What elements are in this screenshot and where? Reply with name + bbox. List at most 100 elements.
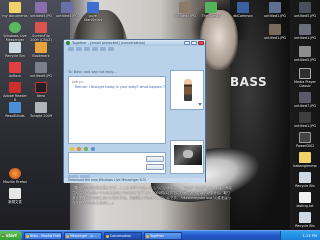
desktop-icon-avrack[interactable]: AvRack xyxy=(2,62,28,78)
system-tray: 1:23 PM xyxy=(280,231,320,240)
call-icon[interactable] xyxy=(92,47,98,51)
desktop-icon-powerdvd[interactable]: PowerDVD xyxy=(292,132,318,148)
image-file-icon xyxy=(299,2,311,13)
desktop-icon-sims2[interactable]: The Sims 2 xyxy=(198,2,224,18)
image-file-icon xyxy=(35,102,47,113)
document-icon xyxy=(9,188,21,199)
desktop-icon-bookmark[interactable]: Bookmark xyxy=(28,42,54,58)
wink-icon[interactable] xyxy=(77,146,81,151)
avatar xyxy=(184,79,192,101)
desktop-icon-recycle-bin-2[interactable]: Recycle Bin xyxy=(292,172,318,188)
image-file-icon xyxy=(35,62,47,73)
clock[interactable]: 1:23 PM xyxy=(303,234,317,238)
games-icon[interactable] xyxy=(100,47,106,51)
messenger-ad-banner[interactable]: Download the new Windows Live Messenger … xyxy=(64,178,205,183)
folder-icon xyxy=(299,152,311,163)
image-file-icon xyxy=(299,92,311,103)
desktop-icon-firefox[interactable]: Mozilla Firefox xyxy=(2,168,28,184)
media-player-icon xyxy=(299,68,311,79)
wallpaper-bass-text: BASS xyxy=(230,75,268,89)
avatar-photo xyxy=(174,145,202,165)
folder-icon xyxy=(9,2,21,13)
messenger-toolbar xyxy=(66,47,205,52)
image-file-icon xyxy=(35,2,47,13)
desktop-icon-resolblinds[interactable]: ResolBlinds xyxy=(2,102,28,118)
wallpaper-caption: 「取引先の見た目を気にせず、ここにモダンでもっとしつこいテキスト。"Dani" … xyxy=(72,186,232,205)
emoticon-icon[interactable] xyxy=(70,146,74,151)
dvd-icon xyxy=(299,132,311,143)
desktop-icon-nero[interactable]: Nero xyxy=(28,82,54,98)
recycle-bin-icon xyxy=(299,212,311,223)
image-file-icon xyxy=(299,46,311,57)
bookmark-icon xyxy=(35,42,47,53)
desktop-icon-untitled1c[interactable]: untitled1.JPG xyxy=(262,24,288,40)
desktop-icon-untitled1d[interactable]: untitled1.JPG xyxy=(292,112,318,128)
task-button[interactable]: Conversation xyxy=(104,232,142,240)
background-icon[interactable] xyxy=(91,146,95,151)
image-file-icon xyxy=(269,24,281,35)
text-file-icon xyxy=(299,192,311,203)
app-icon xyxy=(237,2,249,13)
image-file-icon xyxy=(179,2,191,13)
taskbar: start Bebo - Mozilla Firefox Messenger -… xyxy=(0,230,320,240)
desktop-icon-untitled1[interactable]: untitled1.JPG xyxy=(262,2,288,18)
format-toolbar xyxy=(68,146,166,151)
messenger-icon xyxy=(9,22,21,33)
desktop-icon-untitled5b[interactable]: untitled5.JPG xyxy=(54,2,80,18)
pdf-icon xyxy=(9,82,21,93)
desktop-icon-lasting[interactable]: lasting.txt xyxy=(292,192,318,208)
recycle-bin-icon xyxy=(299,172,311,183)
activities-icon[interactable] xyxy=(108,47,114,51)
desktop-icon-messenger[interactable]: Windows Live Messenger xyxy=(2,22,28,42)
desktop-icon-untitled5[interactable]: untitled5.JPG xyxy=(28,2,54,18)
desktop-icon-my-documents[interactable]: my documents xyxy=(2,2,28,18)
image-file-icon xyxy=(299,24,311,35)
desktop-icon-startsmart[interactable]: pure StartSmart xyxy=(80,2,106,22)
app-icon xyxy=(35,22,47,33)
desktop-icon-untitled9[interactable]: untitled9.JPG xyxy=(28,62,54,78)
app-icon xyxy=(9,102,21,113)
desktop-icon-adobe-reader[interactable]: Adobe Reader 8 xyxy=(2,82,28,102)
recycle-bin-icon xyxy=(9,42,21,53)
desktop-icon-media-player[interactable]: Media Player Classic xyxy=(292,68,318,88)
chat-history[interactable]: Jodryn: Rennie: i thought today is your … xyxy=(68,76,166,144)
image-file-icon xyxy=(61,2,73,13)
message-text: Rennie: i thought today is your bday? wh… xyxy=(75,85,165,89)
message-sender: Jodryn: xyxy=(72,80,84,84)
task-button[interactable]: Together xyxy=(144,232,182,240)
task-list: Bebo - Mozilla Firefox Messenger - Ju...… xyxy=(24,232,182,240)
conversation-status: To: Bass; and see not reply... xyxy=(68,70,117,74)
desktop-icon-right-1[interactable]: untitled5.JPG xyxy=(172,2,198,18)
search-button[interactable] xyxy=(146,164,164,170)
desktop-icon-new-document[interactable]: 新規文書 xyxy=(2,188,28,204)
send-file-icon[interactable] xyxy=(76,47,82,51)
desktop-icon-untitled7[interactable]: untitled7.JPG xyxy=(292,92,318,108)
desktop-icon-untitled1b[interactable]: untitled1.JPG xyxy=(292,24,318,40)
contact-display-picture[interactable] xyxy=(170,70,204,110)
game-icon xyxy=(205,2,217,13)
app-icon xyxy=(9,62,21,73)
webcam-icon[interactable] xyxy=(84,47,90,51)
desktop-icon-recycle-bin-3[interactable]: Recycle Bin xyxy=(292,212,318,228)
desktop-icon-screenflip[interactable]: ScreenFlip 2009 (CRUZ) xyxy=(28,22,54,42)
desktop-icon-untitled5c[interactable]: untitled5.JPG xyxy=(292,2,318,18)
send-button[interactable] xyxy=(146,156,164,162)
my-display-picture[interactable] xyxy=(170,140,204,174)
desktop-icon-recycle-bin[interactable]: Recycle Bin xyxy=(2,42,28,58)
desktop-icon-bebang[interactable]: bebanglenmp xyxy=(292,152,318,168)
task-button[interactable]: Messenger - Ju... xyxy=(64,232,102,240)
desktop-icon-tonight[interactable]: Tonight 2009 xyxy=(28,102,54,118)
app-icon xyxy=(87,2,99,13)
invite-icon[interactable] xyxy=(68,47,74,51)
desktop-icon-dbcommon[interactable]: dbCommon xyxy=(230,2,256,18)
close-button[interactable] xyxy=(198,41,204,45)
chevron-down-icon[interactable] xyxy=(198,103,202,106)
task-button[interactable]: Bebo - Mozilla Firefox xyxy=(24,232,62,240)
desktop-icon-untitled5d[interactable]: untitled5.JPG xyxy=(292,46,318,62)
minimize-button[interactable] xyxy=(184,41,190,45)
firefox-icon xyxy=(9,168,21,179)
maximize-button[interactable] xyxy=(191,41,197,45)
messenger-window[interactable]: Together - [email protected] (conversati… xyxy=(63,39,206,183)
start-button[interactable]: start xyxy=(0,231,22,240)
nudge-icon[interactable] xyxy=(84,146,88,151)
